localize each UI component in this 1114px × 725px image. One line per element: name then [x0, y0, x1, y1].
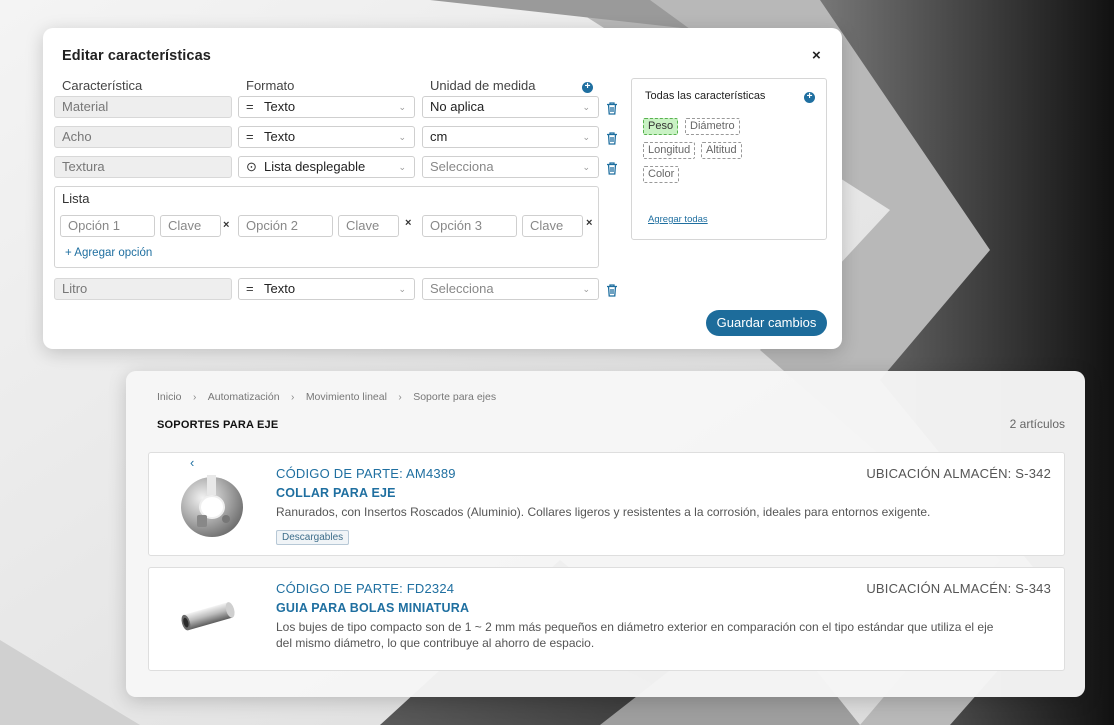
- list-options-box: Lista Opción 1 Clave × Opción 2 Clave × …: [54, 186, 599, 268]
- trash-icon[interactable]: [606, 162, 618, 175]
- shaft-collar-image: [181, 475, 243, 537]
- trash-icon[interactable]: [606, 102, 618, 115]
- chevron-right-icon: ›: [291, 392, 295, 403]
- unit-select[interactable]: Selecciona ⌄: [422, 278, 599, 300]
- downloads-tag-label: Descargables: [276, 530, 350, 545]
- downloads-tag[interactable]: Descargables: [276, 527, 350, 545]
- header-format: Formato: [246, 78, 295, 93]
- add-option-link[interactable]: + Agregar opción: [65, 247, 152, 259]
- unit-select[interactable]: cm ⌄: [422, 126, 599, 148]
- trash-icon[interactable]: [606, 132, 618, 145]
- chevron-down-icon: ⌄: [398, 284, 406, 294]
- breadcrumb-item[interactable]: Inicio: [157, 391, 182, 403]
- breadcrumb-item[interactable]: Soporte para ejes: [413, 391, 496, 403]
- text-format-icon: =: [246, 129, 254, 144]
- format-select[interactable]: = Texto ⌄: [238, 126, 415, 148]
- chevron-down-icon: ⌄: [582, 162, 590, 172]
- remove-option-icon[interactable]: ×: [223, 219, 229, 231]
- header-characteristic: Característica: [62, 78, 143, 93]
- characteristic-name-field[interactable]: Acho: [54, 126, 232, 148]
- format-value: Texto: [264, 99, 296, 114]
- edit-characteristics-modal: Editar características × Característica …: [43, 28, 842, 349]
- characteristic-name-field[interactable]: Textura: [54, 156, 232, 178]
- unit-value: No aplica: [430, 99, 485, 114]
- chevron-down-icon: ⌄: [398, 102, 406, 112]
- option-field[interactable]: Opción 3: [422, 215, 517, 237]
- list-label: Lista: [62, 191, 90, 206]
- chip-color[interactable]: Color: [643, 166, 680, 183]
- product-description-line: Los bujes de tipo compacto son de 1 ~ 2 …: [276, 620, 994, 634]
- option-field[interactable]: Opción 1: [60, 215, 155, 237]
- format-select[interactable]: ⊙ Lista desplegable ⌄: [238, 156, 415, 178]
- remove-option-icon[interactable]: ×: [586, 217, 592, 229]
- add-all-link[interactable]: Agregar todas: [648, 214, 708, 225]
- format-select[interactable]: = Texto ⌄: [238, 96, 415, 118]
- unit-value: cm: [430, 129, 448, 144]
- warehouse-location: UBICACIÓN ALMACÉN: S-343: [866, 581, 1051, 596]
- modal-title: Editar características: [62, 48, 211, 64]
- breadcrumb-item[interactable]: Movimiento lineal: [306, 391, 387, 403]
- catalog-panel: Inicio › Automatización › Movimiento lin…: [126, 371, 1085, 697]
- format-value: Texto: [264, 129, 296, 144]
- chevron-down-icon: ⌄: [582, 102, 590, 112]
- characteristic-name-field[interactable]: Material: [54, 96, 232, 118]
- bushing-image: [181, 602, 235, 631]
- chevron-down-icon: ⌄: [398, 132, 406, 142]
- chevron-left-icon[interactable]: ‹: [190, 455, 194, 470]
- characteristic-name-field[interactable]: Litro: [54, 278, 232, 300]
- all-characteristics-panel: Todas las características + Peso Diámetr…: [631, 78, 827, 240]
- product-description: Ranurados, con Insertos Roscados (Alumin…: [276, 505, 931, 519]
- unit-select[interactable]: Selecciona ⌄: [422, 156, 599, 178]
- add-characteristic-icon[interactable]: +: [582, 82, 593, 93]
- chevron-down-icon: ⌄: [582, 132, 590, 142]
- chevron-right-icon: ›: [192, 392, 197, 403]
- close-icon[interactable]: ×: [812, 47, 821, 64]
- product-description-line: del mismo diámetro, lo que contribuye al…: [276, 635, 595, 650]
- breadcrumb: Inicio › Automatización › Movimiento lin…: [157, 387, 496, 405]
- list-item[interactable]: ‹ CÓDIGO DE PARTE: AM4389 UBICACIÓN ALMA…: [148, 452, 1065, 556]
- all-characteristics-title: Todas las características: [645, 90, 766, 102]
- format-value: Lista desplegable: [264, 159, 366, 174]
- remove-option-icon[interactable]: ×: [405, 217, 411, 229]
- option-field[interactable]: Opción 2: [238, 215, 333, 237]
- part-code: CÓDIGO DE PARTE: AM4389: [276, 466, 456, 481]
- chip-diametro[interactable]: Diámetro: [685, 118, 740, 135]
- chevron-right-icon: ›: [398, 392, 402, 403]
- format-select[interactable]: = Texto ⌄: [238, 278, 415, 300]
- chevron-down-icon: ⌄: [582, 284, 590, 294]
- key-field[interactable]: Clave: [522, 215, 583, 237]
- add-all-plus-icon[interactable]: +: [804, 92, 815, 103]
- part-code: CÓDIGO DE PARTE: FD2324: [276, 581, 455, 596]
- chip-altitud[interactable]: Altitud: [701, 142, 742, 159]
- chip-peso[interactable]: Peso: [643, 118, 679, 135]
- product-description: Los bujes de tipo compacto son de 1 ~ 2 …: [276, 620, 1036, 651]
- dropdown-list-format-icon: ⊙: [246, 159, 257, 174]
- format-value: Texto: [264, 281, 296, 296]
- text-format-icon: =: [246, 281, 254, 296]
- product-name[interactable]: GUIA PARA BOLAS MINIATURA: [276, 601, 469, 615]
- breadcrumb-item[interactable]: Automatización: [208, 391, 280, 403]
- key-field[interactable]: Clave: [160, 215, 221, 237]
- save-changes-button[interactable]: Guardar cambios: [706, 310, 827, 336]
- header-unit: Unidad de medida: [430, 78, 536, 93]
- unit-value: Selecciona: [430, 159, 494, 174]
- unit-value: Selecciona: [430, 281, 494, 296]
- page-title: SOPORTES PARA EJE: [157, 419, 279, 431]
- product-name[interactable]: COLLAR PARA EJE: [276, 486, 396, 500]
- key-field[interactable]: Clave: [338, 215, 399, 237]
- chevron-down-icon: ⌄: [398, 162, 406, 172]
- list-item[interactable]: CÓDIGO DE PARTE: FD2324 UBICACIÓN ALMACÉ…: [148, 567, 1065, 671]
- trash-icon[interactable]: [606, 284, 618, 297]
- chip-longitud[interactable]: Longitud: [643, 142, 696, 159]
- item-count: 2 artículos: [1009, 417, 1065, 431]
- warehouse-location: UBICACIÓN ALMACÉN: S-342: [866, 466, 1051, 481]
- text-format-icon: =: [246, 99, 254, 114]
- unit-select[interactable]: No aplica ⌄: [422, 96, 599, 118]
